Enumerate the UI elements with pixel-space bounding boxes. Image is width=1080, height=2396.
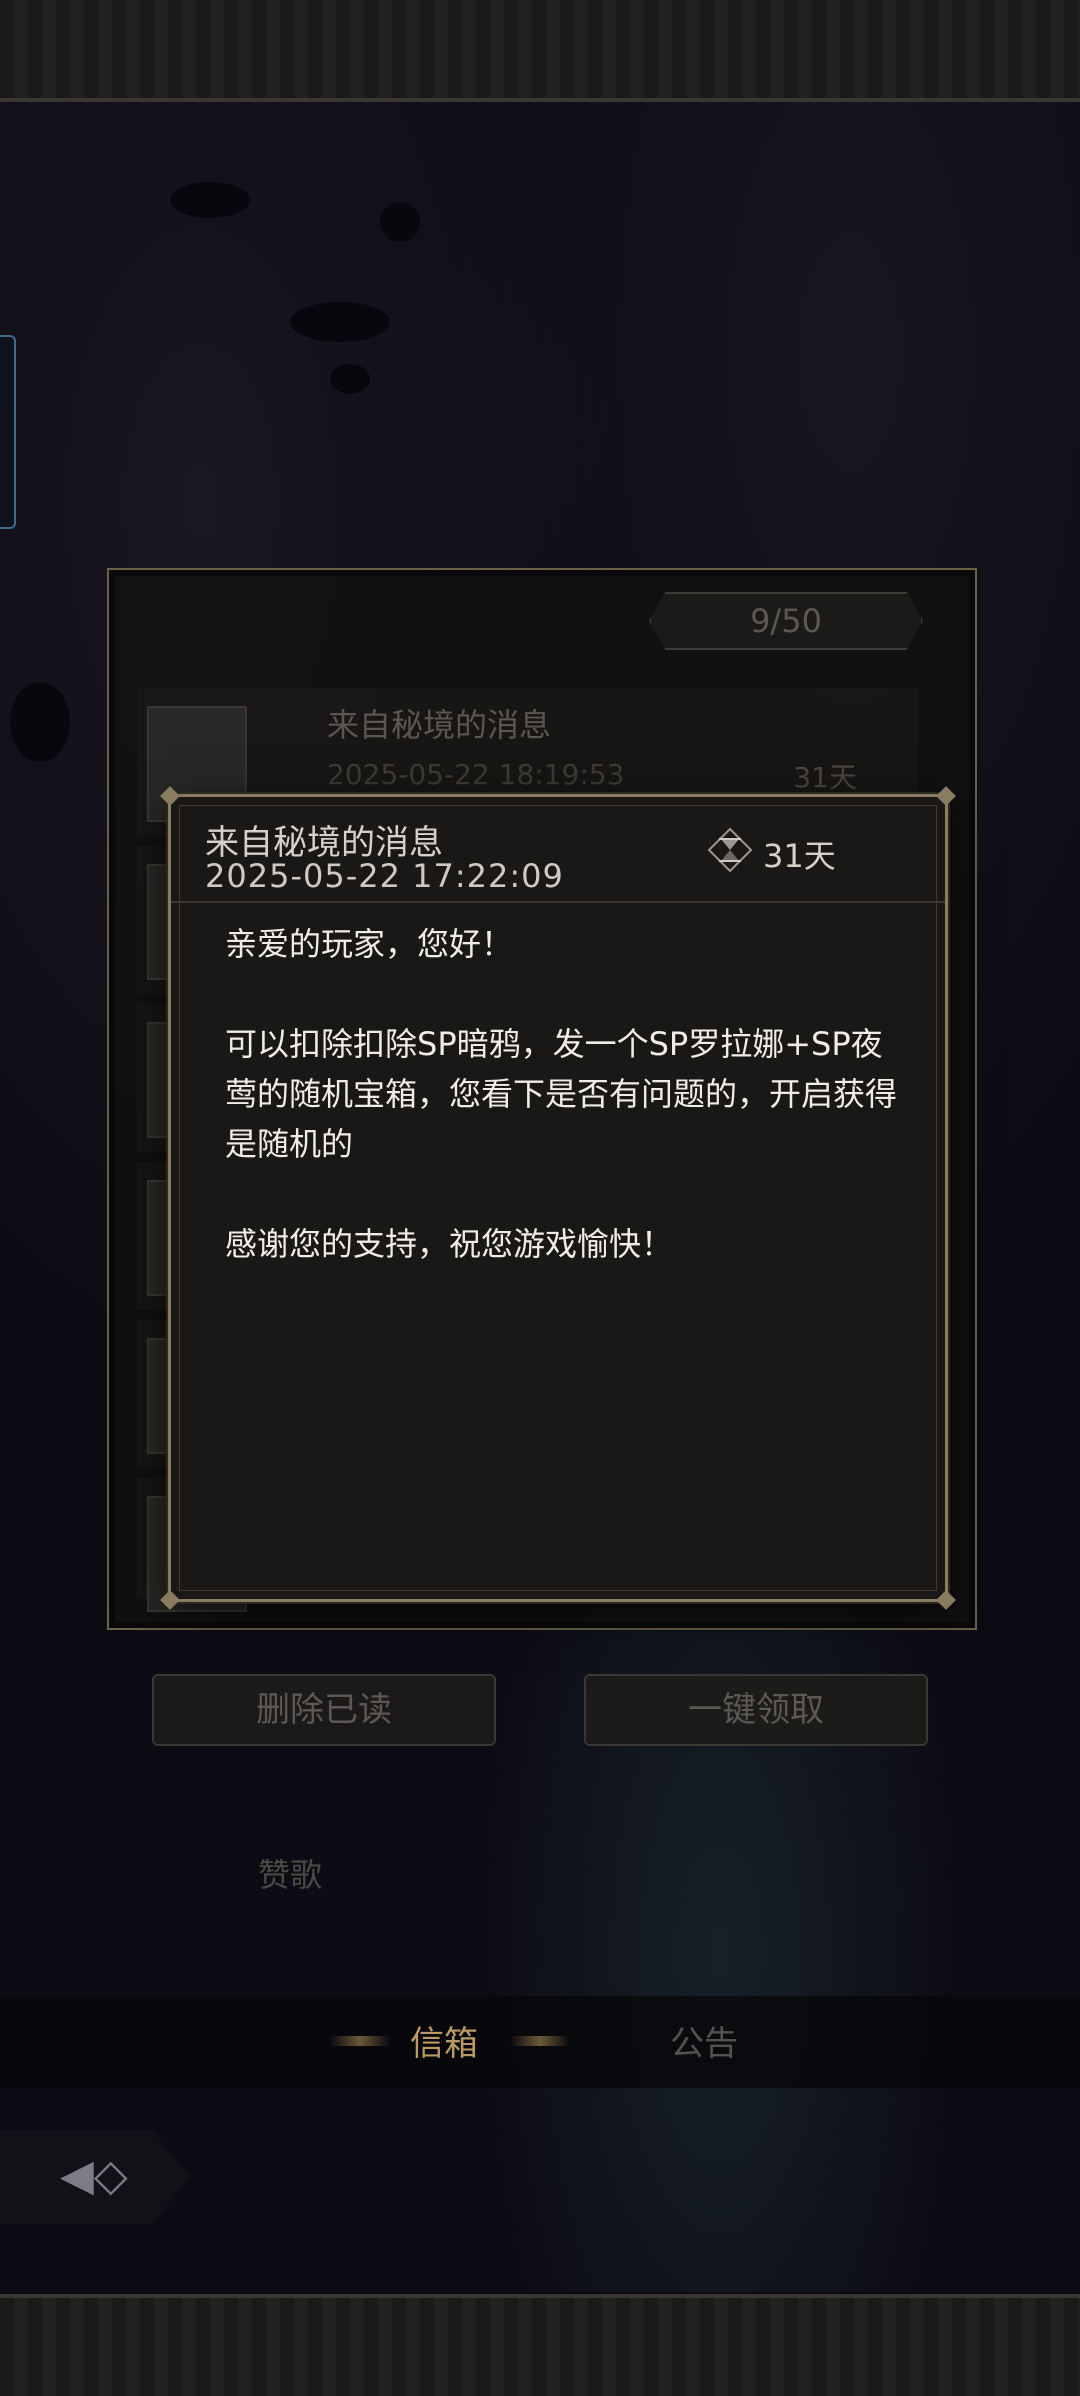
detail-days-remaining: 31天 [763,837,836,875]
mail-item-date: 2025-05-22 18:19:53 [327,758,625,791]
bottom-frame-border [0,2294,1080,2396]
floating-rock [380,202,420,242]
tab-ornament-left [330,2036,390,2046]
back-arrow-icon: ◀◇ [60,2150,128,2201]
top-frame-border [0,0,1080,102]
tab-announcement[interactable]: 公告 [670,2016,738,2065]
bottom-tab-bar: 信箱 公告 [0,1996,1080,2088]
detail-datetime: 2025-05-22 17:22:09 [205,857,564,895]
floating-rock [170,182,250,218]
mail-item-days: 31天 [793,761,857,794]
detail-message-body: 亲爱的玩家，您好！ 可以扣除扣除SP暗鸦，发一个SP罗拉娜+SP夜莺的随机宝箱，… [225,925,898,1263]
mail-item-title: 来自秘境的消息 [327,706,552,744]
floating-rock [10,682,70,762]
background-label: 赞歌 [258,1856,323,1894]
tab-ornament-right [510,2036,570,2046]
claim-all-button[interactable]: 一键领取 [584,1674,928,1746]
detail-header: 来自秘境的消息 2025-05-22 17:22:09 31天 [171,797,945,903]
delete-read-button[interactable]: 删除已读 [152,1674,496,1746]
mail-detail-popup: 来自秘境的消息 2025-05-22 17:22:09 31天 亲爱的玩家，您好… [160,786,956,1610]
hourglass-icon [707,827,753,873]
floating-rock [330,364,370,394]
side-panel-tab[interactable] [0,335,16,529]
floating-rock [290,302,390,342]
mail-count: 9/50 [649,592,923,650]
tab-mailbox[interactable]: 信箱 [410,2016,478,2065]
